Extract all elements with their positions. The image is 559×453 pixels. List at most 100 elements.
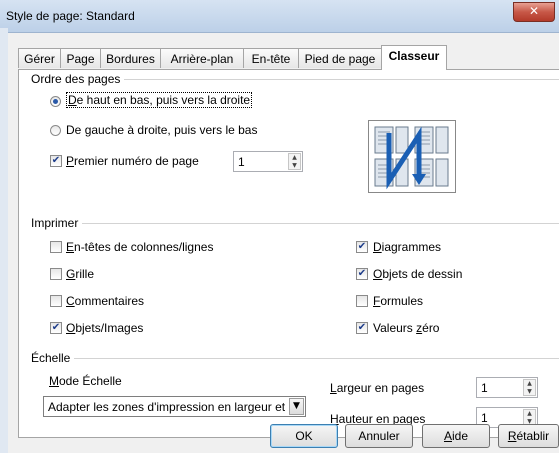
- checkbox-formulas[interactable]: [356, 295, 368, 307]
- reset-button[interactable]: Rétablir: [498, 424, 559, 448]
- label-text: rille: [75, 267, 95, 281]
- label-text: De: [66, 123, 85, 137]
- width-pages-label: Largeur en pages: [330, 381, 424, 395]
- down-arrow-icon[interactable]: ▼: [289, 162, 300, 169]
- scale-mode-label: Mode Échelle: [49, 374, 122, 388]
- label-text: bjets de dessin: [382, 267, 463, 281]
- label-text: ommentaires: [74, 294, 145, 308]
- dropdown-value: Adapter les zones d'impression en largeu…: [48, 400, 286, 414]
- label-text: ode Échelle: [59, 374, 122, 388]
- tab-label: Page: [66, 52, 95, 66]
- down-arrow-icon[interactable]: ▼: [524, 388, 535, 395]
- tab-classeur[interactable]: Classeur: [381, 45, 447, 70]
- checkbox-first-page-number[interactable]: ✔: [50, 155, 62, 167]
- spinner-buttons[interactable]: ▲ ▼: [523, 379, 536, 396]
- spinner-buttons[interactable]: ▲ ▼: [288, 153, 301, 170]
- window-frame-left: [0, 28, 8, 453]
- button-label: Annuler: [358, 429, 400, 443]
- up-arrow-icon[interactable]: ▲: [524, 380, 535, 387]
- dialog-window: Style de page: Standard ✕ Gérer Page Bor…: [0, 0, 559, 453]
- radio-top-to-bottom[interactable]: [50, 96, 61, 107]
- spinner-value: 1: [481, 411, 488, 425]
- accelerator: D: [373, 240, 382, 254]
- checkbox-zero-values[interactable]: ✔: [356, 322, 368, 334]
- up-arrow-icon[interactable]: ▲: [524, 410, 535, 417]
- button-label: OK: [295, 429, 313, 443]
- tab-label: Gérer: [24, 52, 55, 66]
- accelerator: L: [330, 381, 337, 395]
- spinner-value: 1: [238, 155, 245, 169]
- tab-page[interactable]: Page: [60, 48, 101, 68]
- page-order-preview-image: [368, 120, 456, 193]
- accelerator: A: [443, 429, 452, 443]
- option-label-drawing-objects[interactable]: Objets de dessin: [373, 267, 462, 281]
- checkbox-headers[interactable]: [50, 241, 62, 253]
- option-label-headers[interactable]: En-têtes de colonnes/lignes: [66, 240, 213, 254]
- up-arrow-icon[interactable]: ▲: [289, 154, 300, 161]
- tab-label: Pied de page: [304, 52, 376, 66]
- checkbox-charts[interactable]: ✔: [356, 241, 368, 253]
- button-label: ide: [452, 429, 469, 443]
- label-text: argeur en pages: [336, 381, 425, 395]
- checkbox-drawing-objects[interactable]: ✔: [356, 268, 368, 280]
- tab-label: En-tête: [251, 52, 291, 66]
- option-label-zero-values[interactable]: Valeurs zéro: [373, 321, 439, 335]
- page-order-diagram: [374, 126, 449, 190]
- label-text: auche à droite, puis vers le bas: [91, 123, 258, 137]
- tab-bordures[interactable]: Bordures: [100, 48, 161, 68]
- label-text: remier numéro de page: [74, 154, 199, 168]
- tab-gerer[interactable]: Gérer: [18, 48, 61, 68]
- checkbox-objects-images[interactable]: ✔: [50, 322, 62, 334]
- checkbox-grid[interactable]: [50, 268, 62, 280]
- tab-label: Bordures: [106, 52, 155, 66]
- accelerator: O: [66, 321, 76, 335]
- label-text: e haut en bas, puis vers la droite: [76, 93, 251, 107]
- accelerator: D: [68, 93, 77, 107]
- tab-pied-de-page[interactable]: Pied de page: [298, 48, 382, 68]
- window-title: Style de page: Standard: [6, 9, 135, 23]
- dialog-body: Gérer Page Bordures Arrière-plan En-tête…: [8, 33, 559, 453]
- option-label-grid[interactable]: Grille: [66, 267, 94, 281]
- checkbox-comments[interactable]: [50, 295, 62, 307]
- option-label-top-to-bottom[interactable]: De haut en bas, puis vers la droite: [66, 92, 253, 108]
- help-button[interactable]: Aide: [422, 424, 490, 448]
- option-label-first-page-number[interactable]: Premier numéro de page: [66, 154, 199, 168]
- section-title-print: Imprimer: [31, 216, 83, 230]
- spinner-value: 1: [481, 381, 488, 395]
- width-pages-spinner[interactable]: 1 ▲ ▼: [476, 377, 538, 398]
- button-label: établir: [516, 429, 550, 443]
- separator: [31, 223, 559, 224]
- tab-en-tete[interactable]: En-tête: [243, 48, 299, 68]
- label-text: éro: [422, 321, 440, 335]
- label-text: Valeurs: [373, 321, 417, 335]
- first-page-number-spinner[interactable]: 1 ▲ ▼: [233, 151, 303, 172]
- option-label-objects-images[interactable]: Objets/Images: [66, 321, 143, 335]
- close-button[interactable]: ✕: [513, 2, 555, 22]
- option-label-left-to-right[interactable]: De gauche à droite, puis vers le bas: [66, 123, 257, 137]
- section-title-scale: Échelle: [31, 351, 75, 365]
- label-text: ormules: [380, 294, 424, 308]
- tab-label: Classeur: [388, 49, 440, 63]
- scale-mode-dropdown[interactable]: Adapter les zones d'impression en largeu…: [43, 396, 306, 417]
- cancel-button[interactable]: Annuler: [345, 424, 413, 448]
- accelerator: P: [66, 154, 75, 168]
- title-bar[interactable]: Style de page: Standard ✕: [0, 0, 559, 33]
- close-icon: ✕: [528, 4, 540, 18]
- radio-left-to-right[interactable]: [50, 125, 61, 136]
- accelerator: G: [66, 267, 76, 281]
- option-label-comments[interactable]: Commentaires: [66, 294, 144, 308]
- accelerator: M: [49, 374, 59, 388]
- chevron-down-icon[interactable]: ▼: [289, 398, 304, 415]
- accelerator: C: [66, 294, 75, 308]
- label-text: n-têtes de colonnes/lignes: [74, 240, 214, 254]
- ok-button[interactable]: OK: [270, 424, 338, 448]
- option-label-formulas[interactable]: Formules: [373, 294, 423, 308]
- tab-label: Arrière-plan: [170, 52, 234, 66]
- option-label-charts[interactable]: Diagrammes: [373, 240, 441, 254]
- accelerator: O: [373, 267, 383, 281]
- tab-arriere-plan[interactable]: Arrière-plan: [160, 48, 244, 68]
- label-text: iagrammes: [381, 240, 442, 254]
- accelerator: E: [66, 240, 75, 254]
- label-text: bjets/Images: [75, 321, 144, 335]
- separator: [31, 358, 559, 359]
